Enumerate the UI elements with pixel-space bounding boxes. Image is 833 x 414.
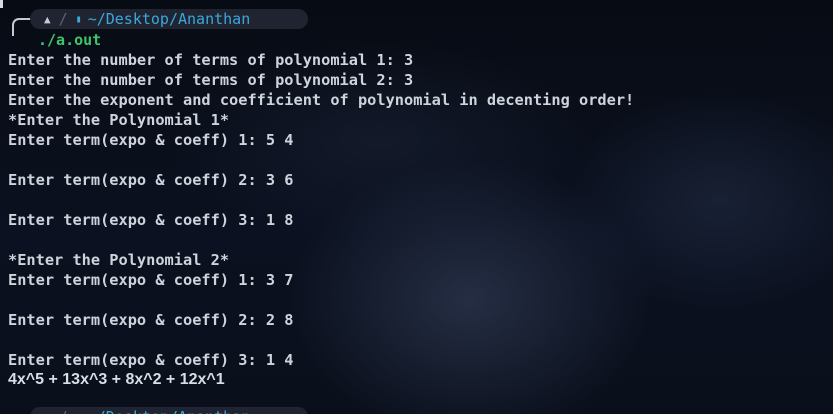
arch-linux-icon: ▲: [44, 411, 51, 414]
cursor-mark: [0, 0, 3, 8]
current-path: ~/Desktop/Ananthan: [87, 10, 251, 28]
output-line: Enter term(expo & coeff) 3: 1 8: [8, 211, 294, 229]
prompt-segment: ▲ / ▮ ~/Desktop/Ananthan: [30, 9, 308, 29]
output-line: *Enter the Polynomial 2*: [8, 251, 230, 269]
folder-icon: ▮: [75, 13, 82, 25]
terminal-window[interactable]: ▲ / ▮ ~/Desktop/Ananthan ./a.out Enter t…: [0, 0, 833, 414]
arch-linux-icon: ▲: [44, 12, 51, 26]
output-line: Enter the number of terms of polynomial …: [8, 51, 414, 69]
result-polynomial: 4x^5 + 13x^3 + 8x^2 + 12x^1: [8, 371, 225, 388]
output-line: Enter term(expo & coeff) 1: 5 4: [8, 131, 294, 149]
prompt-separator: /: [58, 10, 68, 28]
current-path: ~/Desktop/Ananthan: [88, 408, 251, 414]
prompt-bracket: [12, 18, 32, 36]
terminal-output: Enter the number of terms of polynomial …: [8, 50, 634, 390]
next-prompt-segment: ▲ / ▮ ~/Desktop/Ananthan: [30, 407, 308, 414]
output-line: Enter term(expo & coeff) 3: 1 4: [8, 351, 294, 369]
prompt-separator: /: [59, 408, 68, 414]
output-line: Enter term(expo & coeff) 2: 3 6: [8, 171, 294, 189]
output-line: Enter term(expo & coeff) 2: 2 8: [8, 311, 294, 329]
output-line: *Enter the Polynomial 1*: [8, 111, 230, 129]
output-line: Enter term(expo & coeff) 1: 3 7: [8, 271, 294, 289]
command-line: ./a.out: [38, 31, 102, 49]
output-line: Enter the number of terms of polynomial …: [8, 71, 414, 89]
output-line: Enter the exponent and coefficient of po…: [8, 91, 635, 109]
